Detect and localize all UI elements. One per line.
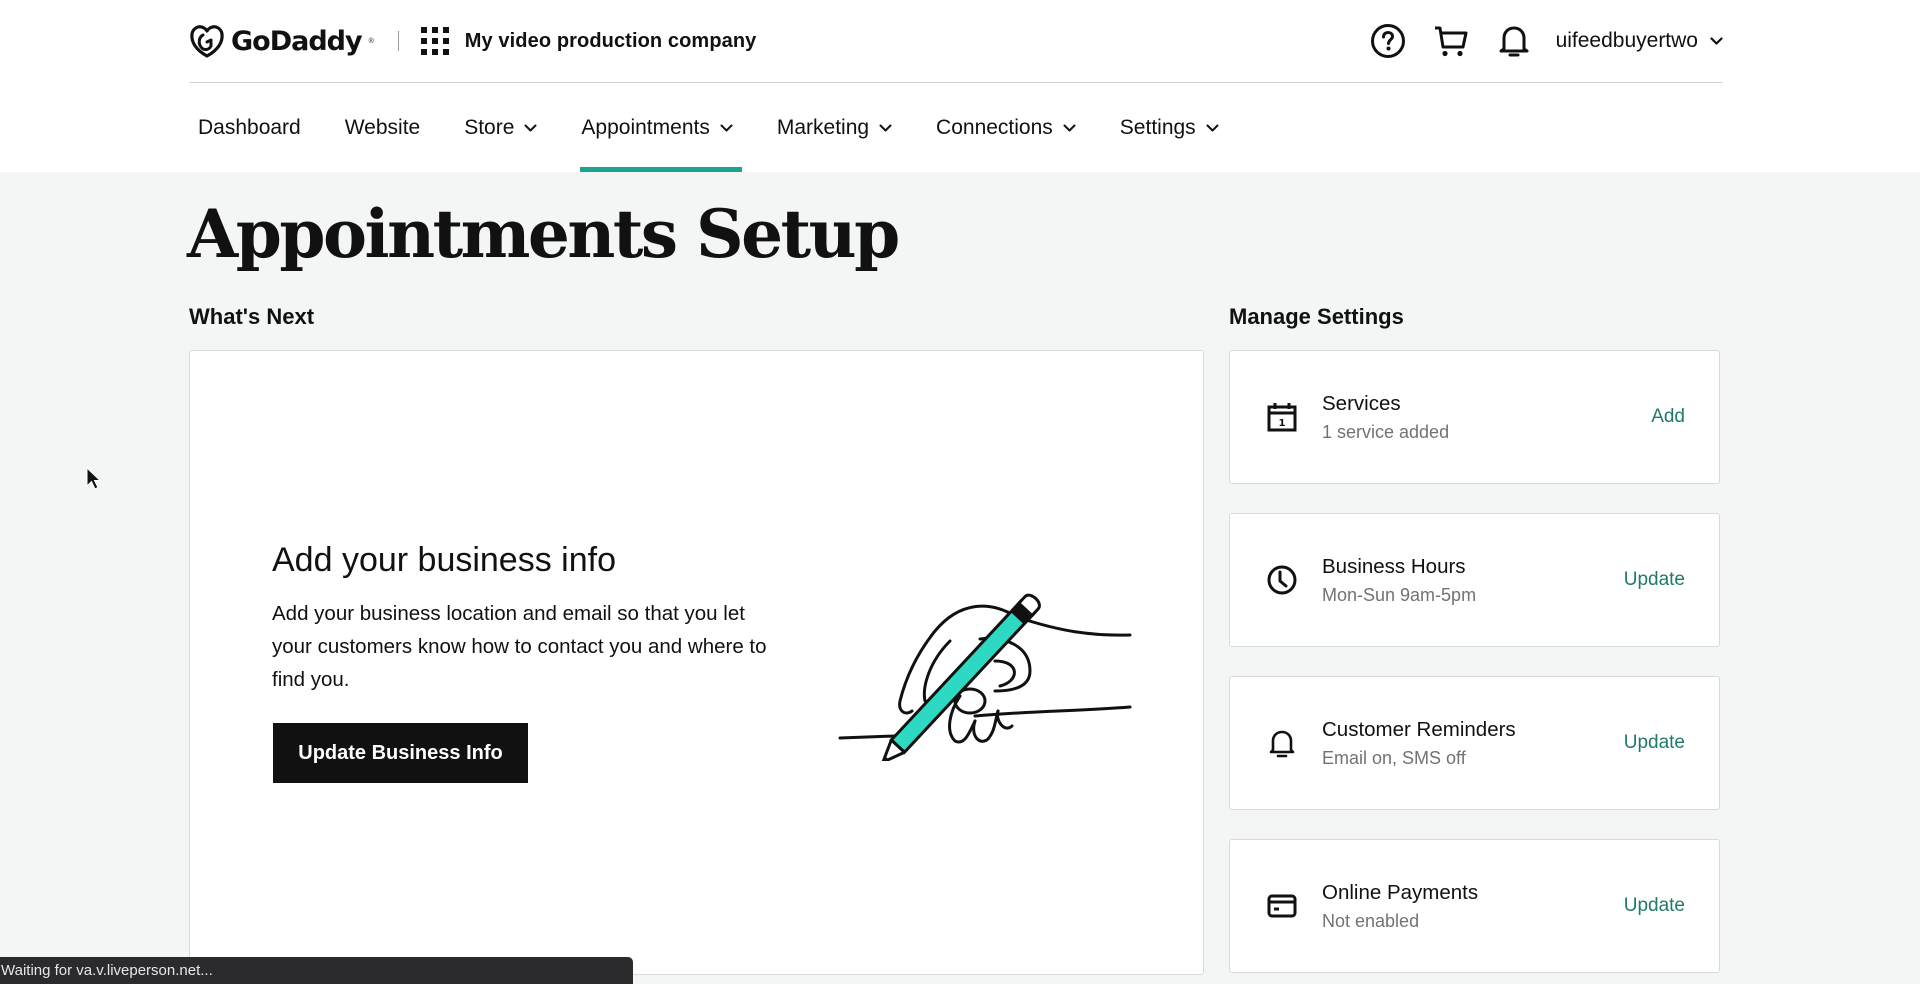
godaddy-heart-icon: [190, 25, 224, 58]
top-header: GoDaddy ® My video production company ui…: [0, 0, 1920, 172]
credit-card-icon: [1266, 890, 1298, 922]
whats-next-card: Add your business info Add your business…: [189, 350, 1204, 975]
mouse-cursor-icon: [86, 466, 102, 496]
setting-title: Customer Reminders: [1322, 717, 1516, 741]
nav-settings[interactable]: Settings: [1111, 83, 1228, 172]
whats-next-description: Add your business location and email so …: [272, 602, 767, 691]
svg-text:1: 1: [1279, 418, 1286, 429]
header-bar: GoDaddy ® My video production company ui…: [189, 0, 1723, 83]
chevron-down-icon: [1063, 124, 1076, 131]
update-business-hours-link[interactable]: Update: [1624, 569, 1685, 591]
bell-icon: [1266, 727, 1298, 759]
setting-card-online-payments: Online Payments Not enabled Update: [1229, 839, 1720, 973]
setting-title: Services: [1322, 391, 1401, 415]
cart-icon[interactable]: [1433, 23, 1469, 59]
trademark: ®: [368, 37, 374, 45]
chevron-down-icon: [524, 124, 537, 131]
nav-label: Connections: [936, 115, 1053, 139]
update-business-info-button[interactable]: Update Business Info: [273, 723, 528, 783]
update-online-payments-link[interactable]: Update: [1624, 895, 1685, 917]
header-actions: uifeedbuyertwo: [1370, 23, 1723, 59]
setting-subtitle: Mon-Sun 9am-5pm: [1322, 584, 1477, 605]
nav-marketing[interactable]: Marketing: [768, 83, 901, 172]
calendar-icon: 1: [1266, 401, 1298, 433]
whats-next-title: Add your business info: [272, 541, 616, 579]
nav-label: Dashboard: [198, 115, 301, 139]
nav-website[interactable]: Website: [336, 83, 429, 172]
chevron-down-icon: [1206, 124, 1219, 131]
apps-grid-icon[interactable]: [420, 27, 449, 55]
help-icon[interactable]: [1370, 23, 1406, 59]
setting-subtitle: Email on, SMS off: [1322, 747, 1466, 768]
username: uifeedbuyertwo: [1555, 29, 1698, 52]
logo-divider: [397, 31, 399, 51]
brand-name: GoDaddy: [231, 25, 363, 57]
setting-card-services: 1 Services 1 service added Add: [1229, 350, 1720, 484]
page-title: Appointments Setup: [187, 195, 900, 273]
chevron-down-icon: [1710, 37, 1723, 45]
setting-subtitle: 1 service added: [1322, 421, 1450, 442]
nav-connections[interactable]: Connections: [927, 83, 1085, 172]
chevron-down-icon: [879, 124, 892, 131]
update-customer-reminders-link[interactable]: Update: [1624, 732, 1685, 754]
whats-next-heading: What's Next: [189, 304, 315, 329]
nav-label: Store: [464, 115, 515, 139]
setting-card-customer-reminders: Customer Reminders Email on, SMS off Upd…: [1229, 676, 1720, 810]
godaddy-logo[interactable]: GoDaddy ®: [189, 23, 374, 59]
hand-writing-illustration: [838, 593, 1132, 761]
account-menu[interactable]: uifeedbuyertwo: [1556, 29, 1723, 53]
nav-dashboard[interactable]: Dashboard: [189, 83, 310, 172]
setting-title: Online Payments: [1322, 880, 1479, 904]
manage-settings-heading: Manage Settings: [1229, 304, 1404, 329]
chevron-down-icon: [720, 124, 733, 131]
clock-icon: [1266, 564, 1298, 596]
nav-label: Marketing: [776, 115, 870, 139]
add-services-link[interactable]: Add: [1651, 406, 1685, 428]
setting-title: Business Hours: [1322, 554, 1466, 578]
nav-label: Settings: [1119, 115, 1196, 139]
nav-store[interactable]: Store: [455, 83, 546, 172]
company-name[interactable]: My video production company: [465, 30, 757, 53]
main-nav: Dashboard Website Store Appointments Mar…: [189, 83, 1254, 172]
setting-card-business-hours: Business Hours Mon-Sun 9am-5pm Update: [1229, 513, 1720, 647]
nav-label: Website: [344, 115, 421, 139]
setting-subtitle: Not enabled: [1322, 910, 1420, 931]
notifications-bell-icon[interactable]: [1496, 23, 1532, 59]
browser-status-bar: Waiting for va.v.liveperson.net...: [0, 957, 633, 984]
nav-appointments[interactable]: Appointments: [572, 83, 743, 172]
nav-label: Appointments: [581, 115, 710, 139]
